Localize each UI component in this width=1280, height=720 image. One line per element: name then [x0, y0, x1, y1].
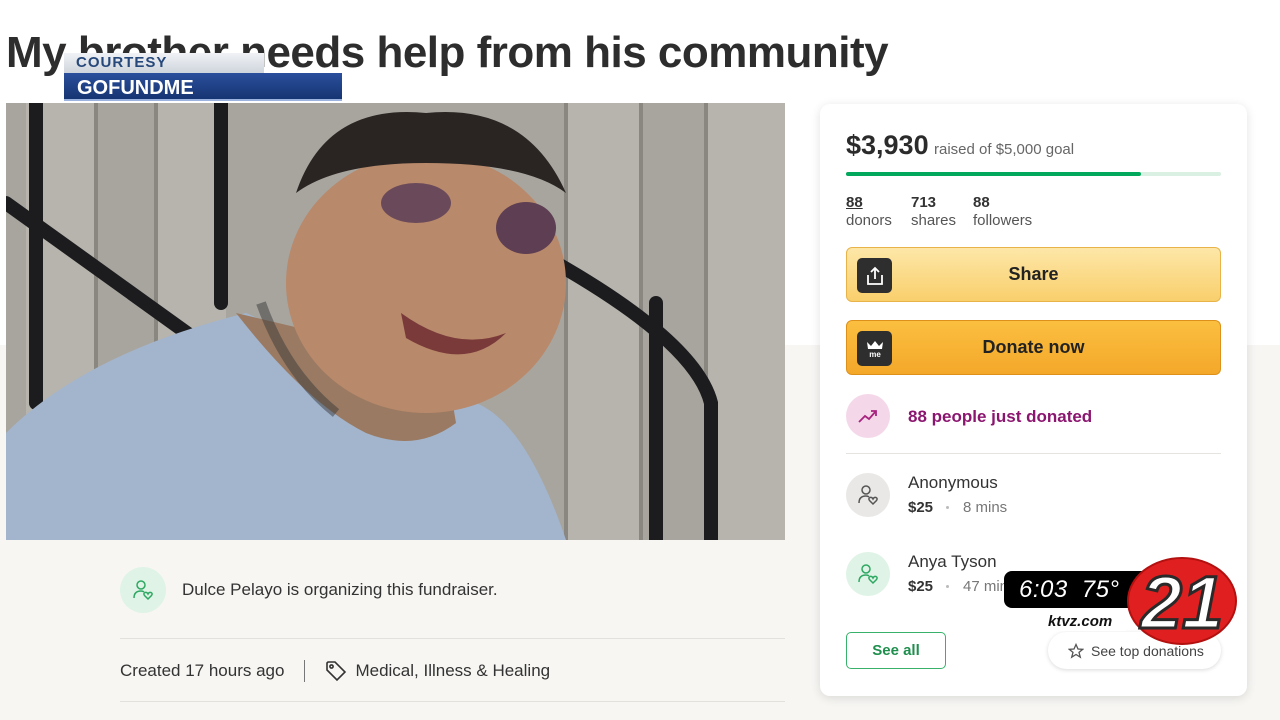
- courtesy-label: COURTESY: [64, 53, 264, 73]
- star-icon: [1068, 642, 1084, 659]
- donor-amount: $25: [908, 578, 934, 595]
- clock-temperature: 75°: [1081, 575, 1120, 603]
- stat-number: 88: [973, 194, 990, 211]
- clock-time: 6:03: [1019, 575, 1068, 603]
- donor-amount: $25: [908, 499, 934, 516]
- organizer-text: Dulce Pelayo is organizing this fundrais…: [182, 580, 498, 599]
- divider: [120, 701, 785, 702]
- stat-number: 88: [846, 194, 863, 211]
- campaign-photo: [6, 103, 785, 540]
- donor-name: Anya Tyson: [908, 552, 997, 571]
- donor-name: Anonymous: [908, 473, 998, 492]
- organizer-row: Dulce Pelayo is organizing this fundrais…: [120, 566, 785, 616]
- campaign-meta: Created 17 hours ago Medical, Illness & …: [120, 658, 550, 684]
- card-divider: [846, 453, 1221, 454]
- created-time: Created 17 hours ago: [120, 661, 285, 680]
- goal-text: raised of $5,000 goal: [934, 141, 1075, 158]
- source-label: GOFUNDME: [64, 73, 342, 101]
- news-broadcast-frame: My brother needs help from his community: [0, 0, 1280, 720]
- divider: [120, 638, 785, 639]
- category-link[interactable]: Medical, Illness & Healing: [355, 661, 550, 681]
- svg-text:me: me: [869, 350, 881, 359]
- logo-number: 21: [1139, 561, 1223, 644]
- see-all-button[interactable]: See all: [846, 632, 946, 669]
- donate-now-button[interactable]: me Donate now: [846, 320, 1221, 375]
- recent-donations-banner: 88 people just donated: [846, 394, 1221, 440]
- progress-bar: [846, 172, 1221, 176]
- donor-time: 8 mins: [963, 499, 1008, 516]
- campaign-photo-image: [6, 103, 785, 540]
- donor-heart-icon: [846, 552, 890, 596]
- organizer-heart-icon: [120, 567, 166, 613]
- stat-shares: 713 shares: [911, 194, 956, 230]
- stat-followers: 88 followers: [973, 194, 1032, 230]
- stat-label: shares: [911, 212, 957, 229]
- news-lower-third: COURTESY GOFUNDME: [64, 53, 342, 103]
- dot-separator: [946, 585, 949, 588]
- tag-icon: [325, 660, 347, 682]
- dot-separator: [946, 506, 949, 509]
- progress-bar-fill: [846, 172, 1141, 176]
- share-button[interactable]: Share: [846, 247, 1221, 302]
- news-clock-bug: 6:03 75°: [1004, 571, 1144, 608]
- raised-amount: $3,930: [846, 130, 929, 160]
- recent-donations-text: 88 people just donated: [908, 407, 1093, 426]
- share-icon: [857, 258, 892, 293]
- stat-donors[interactable]: 88 donors: [846, 194, 892, 230]
- station-website: ktvz.com: [1046, 611, 1126, 631]
- station-logo: 21: [1126, 556, 1238, 646]
- trending-up-icon: [846, 394, 890, 438]
- anonymous-donor-icon: [846, 473, 890, 517]
- share-label: Share: [1008, 264, 1059, 284]
- meta-separator: [304, 660, 306, 682]
- stat-label: followers: [973, 212, 1033, 229]
- gofundme-logo-icon: me: [857, 331, 892, 366]
- stat-label: donors: [846, 212, 892, 229]
- donation-item: Anonymous $25 8 mins: [846, 473, 1221, 523]
- stat-number: 713: [911, 194, 937, 211]
- donate-label: Donate now: [982, 337, 1085, 357]
